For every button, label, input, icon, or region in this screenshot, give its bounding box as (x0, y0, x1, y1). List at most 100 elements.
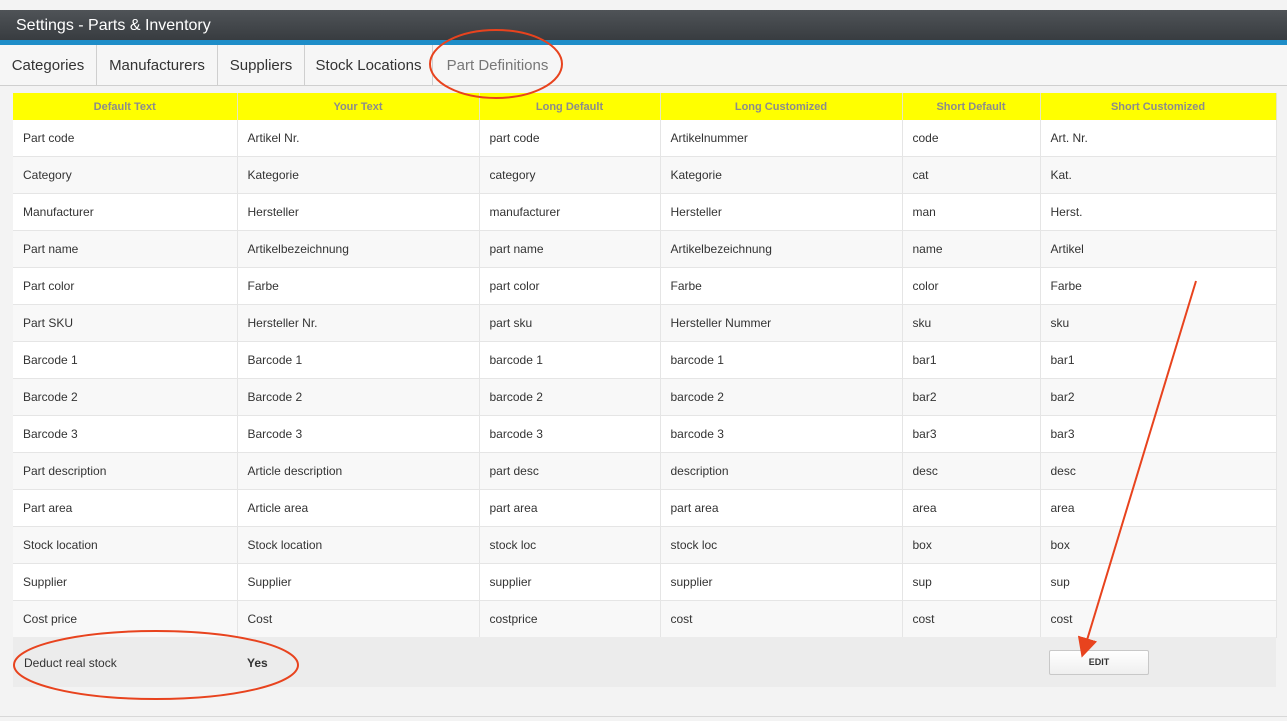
table-cell: manufacturer (479, 193, 661, 231)
table-cell: sku (1040, 304, 1277, 342)
table-row[interactable]: Part area Article area part area part area a… (13, 489, 1277, 527)
table-cell: Hersteller (660, 193, 903, 231)
table-cell: part sku (479, 304, 661, 342)
table-cell: code (902, 120, 1041, 157)
table-cell: bar1 (902, 341, 1041, 379)
table-cell: barcode 1 (479, 341, 661, 379)
table-cell: part desc (479, 452, 661, 490)
table-row[interactable]: Supplier Supplier supplier supplier sup sup (13, 563, 1277, 601)
table-header: Default Text Your Text Long Default Long Cu… (13, 93, 1277, 120)
table-cell: barcode 2 (660, 378, 903, 416)
deduct-real-stock-label: Deduct real stock (24, 656, 117, 670)
table-cell: Stock location (13, 526, 238, 564)
table-row[interactable]: Cost price Cost costprice cost cost cost (13, 600, 1277, 638)
table-cell: Artikelbezeichnung (660, 230, 903, 268)
edit-button[interactable]: EDIT (1049, 650, 1149, 675)
table-cell: Stock location (237, 526, 480, 564)
table-cell: sup (1040, 563, 1277, 601)
table-cell: supplier (660, 563, 903, 601)
table-row[interactable]: Part SKU Hersteller Nr. part sku Hersteller… (13, 304, 1277, 342)
tab-categories[interactable]: Categories (0, 45, 97, 85)
table-cell: Barcode 2 (13, 378, 238, 416)
table-cell: bar2 (902, 378, 1041, 416)
table-cell: part color (479, 267, 661, 305)
table-cell: costprice (479, 600, 661, 638)
table-cell: color (902, 267, 1041, 305)
table-cell: barcode 2 (479, 378, 661, 416)
table-cell: cat (902, 156, 1041, 194)
table-row[interactable]: Category Kategorie category Kategorie cat Kat… (13, 156, 1277, 194)
table-cell: Farbe (660, 267, 903, 305)
table-cell: Part code (13, 120, 238, 157)
part-definitions-table-wrap: Default Text Your Text Long Default Long Cu… (13, 93, 1277, 638)
table-row[interactable]: Part description Article description part … (13, 452, 1277, 490)
table-row[interactable]: Stock location Stock location stock loc sto… (13, 526, 1277, 564)
table-cell: Cost (237, 600, 480, 638)
table-cell: Hersteller (237, 193, 480, 231)
table-cell: supplier (479, 563, 661, 601)
table-cell: part name (479, 230, 661, 268)
table-row[interactable]: Part code Artikel Nr. part code Artikelnumm… (13, 120, 1277, 157)
tab-stock-locations[interactable]: Stock Locations (305, 45, 433, 85)
table-cell: part code (479, 120, 661, 157)
column-header: Default Text (13, 93, 238, 120)
table-cell: bar2 (1040, 378, 1277, 416)
table-cell: Herst. (1040, 193, 1277, 231)
table-cell: Kategorie (660, 156, 903, 194)
table-cell: Supplier (237, 563, 480, 601)
table-cell: sku (902, 304, 1041, 342)
table-row[interactable]: Part color Farbe part color Farbe color Farbe (13, 267, 1277, 305)
table-cell: Manufacturer (13, 193, 238, 231)
table-cell: description (660, 452, 903, 490)
table-cell: name (902, 230, 1041, 268)
table-cell: cost (902, 600, 1041, 638)
column-header: Short Customized (1040, 93, 1277, 120)
table-cell: Cost price (13, 600, 238, 638)
tab-suppliers[interactable]: Suppliers (218, 45, 305, 85)
table-cell: Kat. (1040, 156, 1277, 194)
tab-manufacturers[interactable]: Manufacturers (97, 45, 218, 85)
table-cell: Supplier (13, 563, 238, 601)
table-cell: Artikel Nr. (237, 120, 480, 157)
table-cell: cost (1040, 600, 1277, 638)
table-cell: stock loc (660, 526, 903, 564)
table-row[interactable]: Barcode 1 Barcode 1 barcode 1 barcode 1 bar1… (13, 341, 1277, 379)
table-cell: Farbe (1040, 267, 1277, 305)
table-cell: Article description (237, 452, 480, 490)
table-cell: stock loc (479, 526, 661, 564)
table-cell: area (902, 489, 1041, 527)
table-cell: man (902, 193, 1041, 231)
table-row[interactable]: Manufacturer Hersteller manufacturer Herste… (13, 193, 1277, 231)
table-row[interactable]: Part name Artikelbezeichnung part name Arti… (13, 230, 1277, 268)
table-cell: bar3 (902, 415, 1041, 453)
table-cell: box (902, 526, 1041, 564)
window-title: Settings - Parts & Inventory (16, 17, 211, 34)
table-cell: Artikelnummer (660, 120, 903, 157)
table-cell: Barcode 1 (237, 341, 480, 379)
table-cell: Artikelbezeichnung (237, 230, 480, 268)
table-cell: desc (902, 452, 1041, 490)
tab-bar: Categories Manufacturers Suppliers Stock… (0, 45, 1287, 86)
table-cell: Hersteller Nummer (660, 304, 903, 342)
top-strip (0, 0, 1287, 10)
table-row[interactable]: Barcode 2 Barcode 2 barcode 2 barcode 2 bar2… (13, 378, 1277, 416)
table-cell: part area (660, 489, 903, 527)
settings-window: Settings - Parts & Inventory Categories … (0, 0, 1287, 721)
column-header: Your Text (237, 93, 480, 120)
tab-part-definitions[interactable]: Part Definitions (433, 45, 562, 85)
part-definitions-table: Default Text Your Text Long Default Long Cu… (13, 93, 1277, 638)
table-cell: Category (13, 156, 238, 194)
table-cell: Part name (13, 230, 238, 268)
table-cell: Part color (13, 267, 238, 305)
table-cell: Farbe (237, 267, 480, 305)
table-cell: Barcode 1 (13, 341, 238, 379)
table-cell: Hersteller Nr. (237, 304, 480, 342)
table-row[interactable]: Barcode 3 Barcode 3 barcode 3 barcode 3 bar3… (13, 415, 1277, 453)
bottom-divider (0, 716, 1287, 717)
column-header: Short Default (902, 93, 1041, 120)
table-cell: Barcode 2 (237, 378, 480, 416)
table-cell: Part area (13, 489, 238, 527)
table-cell: area (1040, 489, 1277, 527)
table-body: Part code Artikel Nr. part code Artikelnumm… (13, 120, 1277, 638)
table-cell: barcode 3 (479, 415, 661, 453)
